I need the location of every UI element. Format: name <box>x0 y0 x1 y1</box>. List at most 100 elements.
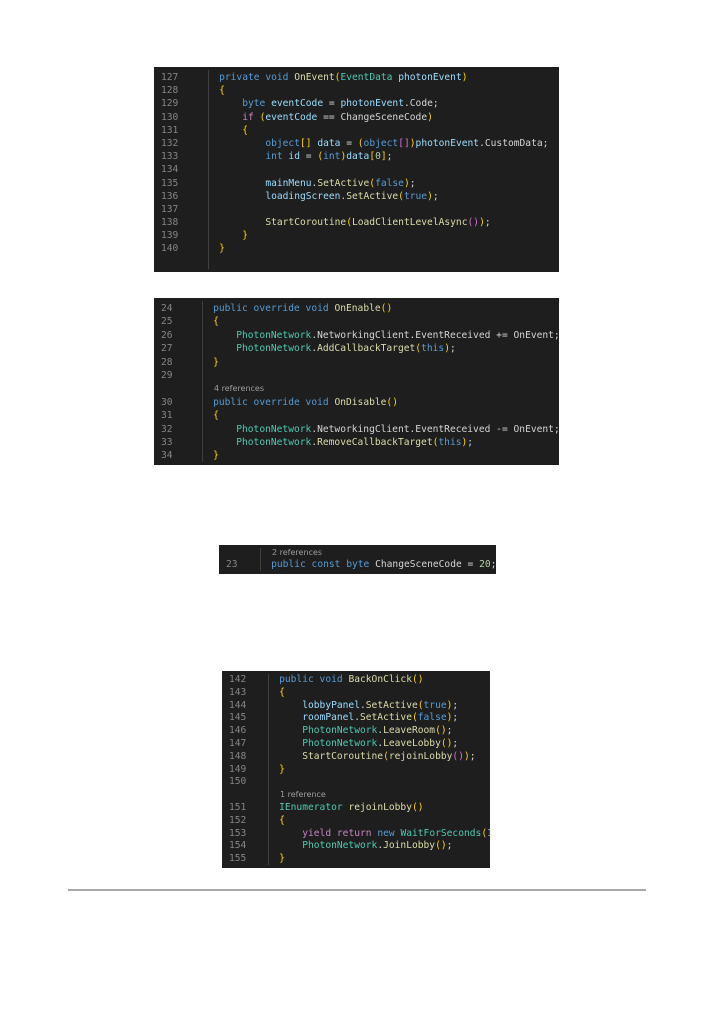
code-line: 31 { <box>154 409 559 422</box>
code-snippet-on-event: 127 private void OnEvent(EventData photo… <box>154 67 559 272</box>
code-text: public override void OnEnable() <box>213 303 393 314</box>
code-text: } <box>219 243 225 255</box>
indent-guide <box>268 674 269 865</box>
code-text: public override void OnDisable() <box>213 396 398 408</box>
line-number: 146 <box>229 725 247 737</box>
code-line: 132 object[] data = (object[])photonEven… <box>154 137 559 150</box>
code-line: 29 <box>154 369 559 382</box>
code-line: 32 PhotonNetwork.NetworkingClient.EventR… <box>154 423 559 436</box>
codelens-reference: 4 references <box>154 382 559 395</box>
line-number: 153 <box>229 827 247 839</box>
code-line: 151 IEnumerator rejoinLobby() <box>222 802 490 815</box>
code-line: 133 int id = (int)data[0]; <box>154 150 559 163</box>
code-text: public const byte ChangeSceneCode = 20; <box>271 559 496 570</box>
line-number: 27 <box>161 343 173 355</box>
line-number: 149 <box>229 763 247 775</box>
code-line: 149 } <box>222 764 490 777</box>
line-number: 130 <box>161 111 179 123</box>
code-text: private void OnEvent(EventData photonEve… <box>219 72 468 83</box>
line-number: 128 <box>161 85 179 97</box>
line-number: 131 <box>161 124 179 136</box>
code-line: 127 private void OnEvent(EventData photo… <box>154 71 559 84</box>
code-line: 153 yield return new WaitForSeconds(1); <box>222 828 490 841</box>
code-text: if (eventCode == ChangeSceneCode) <box>242 111 433 123</box>
code-line: 138 StartCoroutine(LoadClientLevelAsync(… <box>154 216 559 229</box>
code-text: yield return new WaitForSeconds(1); <box>302 827 490 839</box>
line-number: 137 <box>161 203 179 215</box>
line-number: 135 <box>161 177 179 189</box>
code-text: mainMenu.SetActive(false); <box>265 177 416 189</box>
code-text: int id = (int)data[0]; <box>265 151 393 163</box>
code-line: 129 byte eventCode = photonEvent.Code; <box>154 97 559 110</box>
code-text: PhotonNetwork.LeaveRoom(); <box>302 725 453 737</box>
line-number: 28 <box>161 356 173 368</box>
code-line: 142 public void BackOnClick() <box>222 674 490 687</box>
code-text: object[] data = (object[])photonEvent.Cu… <box>265 137 549 149</box>
code-text: { <box>213 410 219 422</box>
code-text: PhotonNetwork.RemoveCallbackTarget(this)… <box>236 436 474 448</box>
code-text: roomPanel.SetActive(false); <box>302 712 459 724</box>
line-number: 127 <box>161 72 179 83</box>
indent-guide <box>260 548 261 571</box>
code-text: PhotonNetwork.JoinLobby(); <box>302 840 453 852</box>
reference-count[interactable]: 4 references <box>214 382 264 395</box>
code-text: PhotonNetwork.AddCallbackTarget(this); <box>236 343 456 355</box>
line-number: 26 <box>161 329 173 341</box>
horizontal-rule <box>68 889 646 891</box>
code-line: 27 PhotonNetwork.AddCallbackTarget(this)… <box>154 342 559 355</box>
line-number: 23 <box>226 559 238 570</box>
reference-count[interactable]: 2 references <box>272 547 322 559</box>
code-line: 25 { <box>154 315 559 328</box>
code-line: 154 PhotonNetwork.JoinLobby(); <box>222 840 490 853</box>
code-line: 134 <box>154 163 559 176</box>
line-number: 147 <box>229 737 247 749</box>
code-text: IEnumerator rejoinLobby() <box>279 801 424 813</box>
codelens-reference: 1 reference <box>222 789 490 802</box>
code-line: 135 mainMenu.SetActive(false); <box>154 177 559 190</box>
line-number: 133 <box>161 151 179 163</box>
indent-guide <box>208 70 209 269</box>
line-number: 151 <box>229 801 247 813</box>
code-snippet-back-on-click: 142 public void BackOnClick() 143 {144 lo… <box>222 671 490 868</box>
code-text: PhotonNetwork.NetworkingClient.EventRece… <box>236 329 559 341</box>
code-line: 128 { <box>154 84 559 97</box>
line-number: 140 <box>161 243 179 255</box>
line-number: 33 <box>161 436 173 448</box>
line-number: 31 <box>161 410 173 422</box>
code-text: } <box>242 230 248 242</box>
line-number: 132 <box>161 137 179 149</box>
line-number: 154 <box>229 840 247 852</box>
code-line: 146 PhotonNetwork.LeaveRoom(); <box>222 725 490 738</box>
line-number: 144 <box>229 699 247 711</box>
code-line: 155 } <box>222 853 490 866</box>
code-line: 152 { <box>222 815 490 828</box>
line-number: 143 <box>229 686 247 698</box>
code-line: 33 PhotonNetwork.RemoveCallbackTarget(th… <box>154 436 559 449</box>
code-text: StartCoroutine(LoadClientLevelAsync()); <box>265 217 491 229</box>
code-text: public void BackOnClick() <box>279 674 424 685</box>
line-number: 24 <box>161 303 173 314</box>
code-line: 30 public override void OnDisable() <box>154 396 559 409</box>
code-line: 34 } <box>154 449 559 462</box>
indent-guide <box>202 301 203 462</box>
code-line: 131 { <box>154 124 559 137</box>
reference-count[interactable]: 1 reference <box>280 789 326 802</box>
code-line: 137 <box>154 203 559 216</box>
code-line: 147 PhotonNetwork.LeaveLobby(); <box>222 738 490 751</box>
line-number: 34 <box>161 450 173 462</box>
code-text: { <box>219 85 225 97</box>
code-line: 144 lobbyPanel.SetActive(true); <box>222 700 490 713</box>
line-number: 136 <box>161 190 179 202</box>
code-text: byte eventCode = photonEvent.Code; <box>242 98 439 110</box>
code-line: 26 PhotonNetwork.NetworkingClient.EventR… <box>154 329 559 342</box>
code-line: 145 roomPanel.SetActive(false); <box>222 712 490 725</box>
line-number: 32 <box>161 423 173 435</box>
code-line: 130 if (eventCode == ChangeSceneCode) <box>154 111 559 124</box>
code-text: } <box>279 763 285 775</box>
code-snippet-enable-disable: 24 public override void OnEnable() 25 {26… <box>154 298 559 465</box>
line-number: 29 <box>161 369 173 381</box>
line-number: 152 <box>229 814 247 826</box>
line-number: 134 <box>161 164 179 176</box>
code-line: 148 StartCoroutine(rejoinLobby()); <box>222 751 490 764</box>
line-number: 30 <box>161 396 173 408</box>
